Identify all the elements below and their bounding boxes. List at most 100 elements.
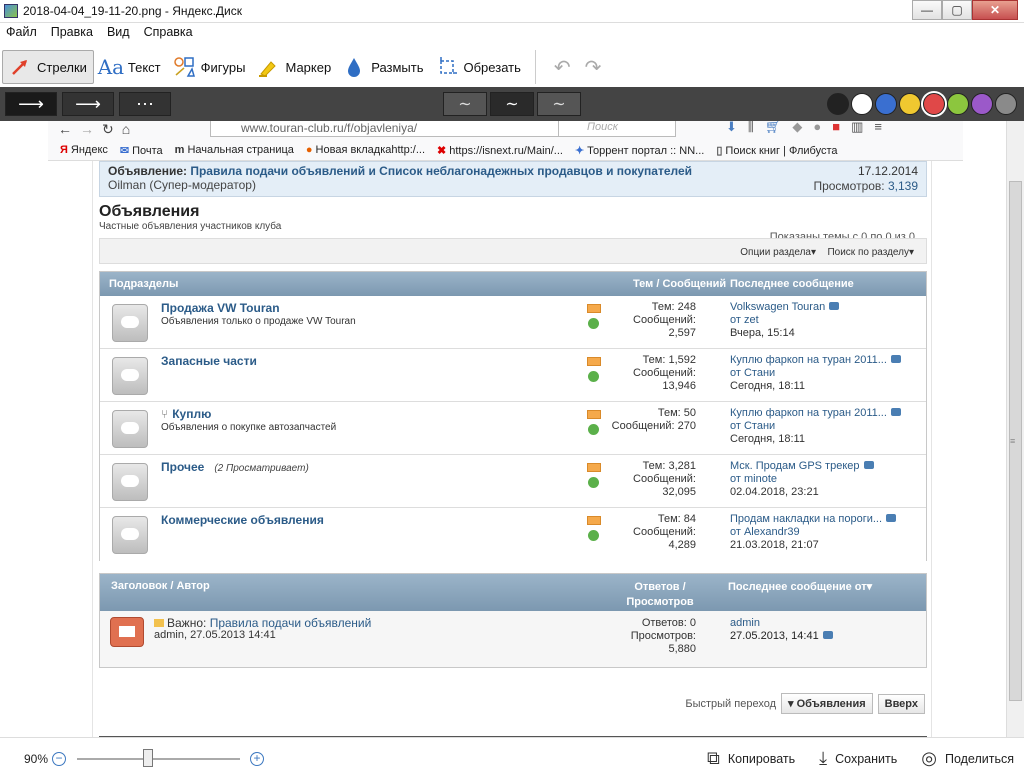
- save-button[interactable]: ⤓ Сохранить: [819, 748, 897, 769]
- adblock-icon[interactable]: ■: [832, 121, 840, 135]
- bookmark-item[interactable]: ✖ https://isnext.ru/Main/...: [437, 144, 563, 157]
- blur-tool[interactable]: Размыть: [337, 50, 429, 84]
- sidebar-icon[interactable]: ▥: [851, 121, 863, 135]
- col-last-post-by[interactable]: Последнее сообщение от▾: [728, 580, 872, 593]
- col-title-author[interactable]: Заголовок / Автор: [111, 580, 210, 592]
- last-post-user[interactable]: admin: [730, 617, 833, 630]
- shield-icon[interactable]: ◆: [792, 121, 802, 135]
- bookmark-item[interactable]: m Начальная страница: [175, 144, 294, 157]
- vertical-scrollbar[interactable]: ≡: [1006, 121, 1024, 737]
- download-icon[interactable]: ⬇: [726, 121, 737, 135]
- color-swatch[interactable]: [827, 93, 849, 115]
- color-swatch[interactable]: [923, 93, 945, 115]
- go-to-post-icon[interactable]: [829, 302, 840, 310]
- last-post-link[interactable]: Куплю фаркоп на туран 2011...: [730, 407, 887, 419]
- back-icon[interactable]: ←: [58, 121, 72, 137]
- browser-search-input[interactable]: Поиск: [558, 121, 676, 137]
- arrow-style-long[interactable]: ⟶: [62, 92, 114, 116]
- menu-edit[interactable]: Правка: [51, 25, 93, 45]
- last-post-user[interactable]: от Alexandr39: [730, 526, 896, 539]
- forward-icon[interactable]: →: [80, 121, 94, 137]
- close-button[interactable]: ✕: [972, 0, 1018, 20]
- announcement-link[interactable]: Правила подачи объявлений и Список небла…: [190, 164, 692, 178]
- arrow-style-dotted[interactable]: ⋯: [119, 92, 171, 116]
- bookmark-item[interactable]: Я Яндекс: [60, 144, 108, 157]
- table-row[interactable]: Прочее (2 Просматривает) Тем: 3,281 Сообщен…: [100, 455, 926, 508]
- table-row[interactable]: Продажа VW Touran Объявления только о про…: [100, 296, 926, 349]
- zoom-in-icon[interactable]: +: [250, 752, 264, 766]
- stroke-medium[interactable]: ∼: [490, 92, 534, 116]
- last-post-user[interactable]: от zet: [730, 314, 839, 327]
- rss-icon[interactable]: [587, 410, 601, 419]
- last-post-user[interactable]: от minote: [730, 473, 874, 486]
- section-search-menu[interactable]: Поиск по разделу▾: [827, 247, 914, 258]
- col-replies-views[interactable]: Ответов / Просмотров: [610, 580, 710, 610]
- go-to-post-icon[interactable]: [863, 461, 874, 469]
- last-post-link[interactable]: Volkswagen Touran: [730, 301, 825, 313]
- forum-link[interactable]: Куплю: [172, 407, 211, 421]
- forum-link[interactable]: Запасные части: [161, 354, 257, 368]
- go-to-post-icon[interactable]: [822, 631, 833, 639]
- go-to-post-icon[interactable]: [890, 355, 901, 363]
- last-post-user[interactable]: от Стани: [730, 420, 901, 433]
- text-tool[interactable]: Aa Текст: [94, 50, 167, 84]
- menu-icon[interactable]: ≡: [874, 121, 882, 135]
- rss-icon[interactable]: [587, 357, 601, 366]
- color-swatch[interactable]: [947, 93, 969, 115]
- share-button[interactable]: ◎ Поделиться: [921, 748, 1014, 769]
- globe-icon[interactable]: ●: [813, 121, 821, 135]
- rss-icon[interactable]: [587, 304, 601, 313]
- reload-icon[interactable]: ↻: [102, 121, 114, 138]
- zoom-slider[interactable]: [77, 758, 240, 760]
- color-swatch[interactable]: [875, 93, 897, 115]
- menu-file[interactable]: Файл: [6, 25, 37, 45]
- arrows-tool[interactable]: Стрелки: [2, 50, 94, 84]
- go-to-post-icon[interactable]: [886, 514, 897, 522]
- forum-link[interactable]: Коммерческие объявления: [161, 513, 324, 527]
- table-row[interactable]: Важно: Правила подачи объявлений admin, …: [100, 611, 926, 667]
- forum-link[interactable]: Продажа VW Touran: [161, 301, 280, 315]
- menu-help[interactable]: Справка: [144, 25, 193, 45]
- forum-link[interactable]: Прочее: [161, 460, 204, 474]
- last-post-link[interactable]: Мск. Продам GPS трекер: [730, 460, 860, 472]
- zoom-out-icon[interactable]: −: [52, 752, 66, 766]
- quick-jump-select[interactable]: ▾ Объявления: [781, 693, 873, 714]
- color-swatch[interactable]: [995, 93, 1017, 115]
- copy-button[interactable]: ⧉ Копировать: [707, 748, 795, 769]
- rss-icon[interactable]: [587, 463, 601, 472]
- address-bar[interactable]: www.touran-club.ru/f/objavleniya/: [210, 121, 600, 137]
- arrow-style-straight[interactable]: ⟶: [5, 92, 57, 116]
- bookmark-item[interactable]: ✉ Почта: [120, 144, 163, 157]
- cart-icon[interactable]: 🛒︎: [765, 121, 782, 135]
- back-to-top-button[interactable]: Вверх: [877, 693, 925, 714]
- last-post-user[interactable]: от Стани: [730, 367, 901, 380]
- bookmark-item[interactable]: ✦ Торрент портал :: NN...: [575, 144, 704, 157]
- color-swatch[interactable]: [851, 93, 873, 115]
- shapes-tool[interactable]: Фигуры: [167, 50, 252, 84]
- section-options-menu[interactable]: Опции раздела▾: [740, 247, 816, 258]
- thread-link[interactable]: Правила подачи объявлений: [210, 616, 372, 630]
- minimize-button[interactable]: —: [912, 0, 942, 20]
- last-post-link[interactable]: Продам накладки на пороги...: [730, 513, 882, 525]
- redo-icon[interactable]: ↷: [585, 55, 602, 80]
- table-row[interactable]: ⑂ Куплю Объявления о покупке автозапчастей…: [100, 402, 926, 455]
- last-post-link[interactable]: Куплю фаркоп на туран 2011...: [730, 354, 887, 366]
- zoom-slider-thumb[interactable]: [143, 749, 153, 767]
- table-row[interactable]: Запасные части Тем: 1,592 Сообщений: 13,946…: [100, 349, 926, 402]
- maximize-button[interactable]: ▢: [942, 0, 972, 20]
- color-swatch[interactable]: [971, 93, 993, 115]
- home-icon[interactable]: ⌂: [122, 121, 130, 137]
- marker-tool[interactable]: Маркер: [251, 50, 337, 84]
- rss-icon[interactable]: [587, 516, 601, 525]
- stroke-thick[interactable]: ∼: [537, 92, 581, 116]
- menu-view[interactable]: Вид: [107, 25, 130, 45]
- table-row[interactable]: Коммерческие объявления Тем: 84 Сообщений:…: [100, 508, 926, 561]
- color-swatch[interactable]: [899, 93, 921, 115]
- stroke-thin[interactable]: ∼: [443, 92, 487, 116]
- crop-tool[interactable]: Обрезать: [430, 50, 527, 84]
- library-icon[interactable]: ⫼: [748, 121, 754, 135]
- undo-icon[interactable]: ↶: [554, 55, 571, 80]
- go-to-post-icon[interactable]: [890, 408, 901, 416]
- bookmark-item[interactable]: ▯ Поиск книг | Флибуста: [716, 144, 837, 157]
- bookmark-item[interactable]: ● Новая вкладкаhttp:/...: [306, 144, 425, 157]
